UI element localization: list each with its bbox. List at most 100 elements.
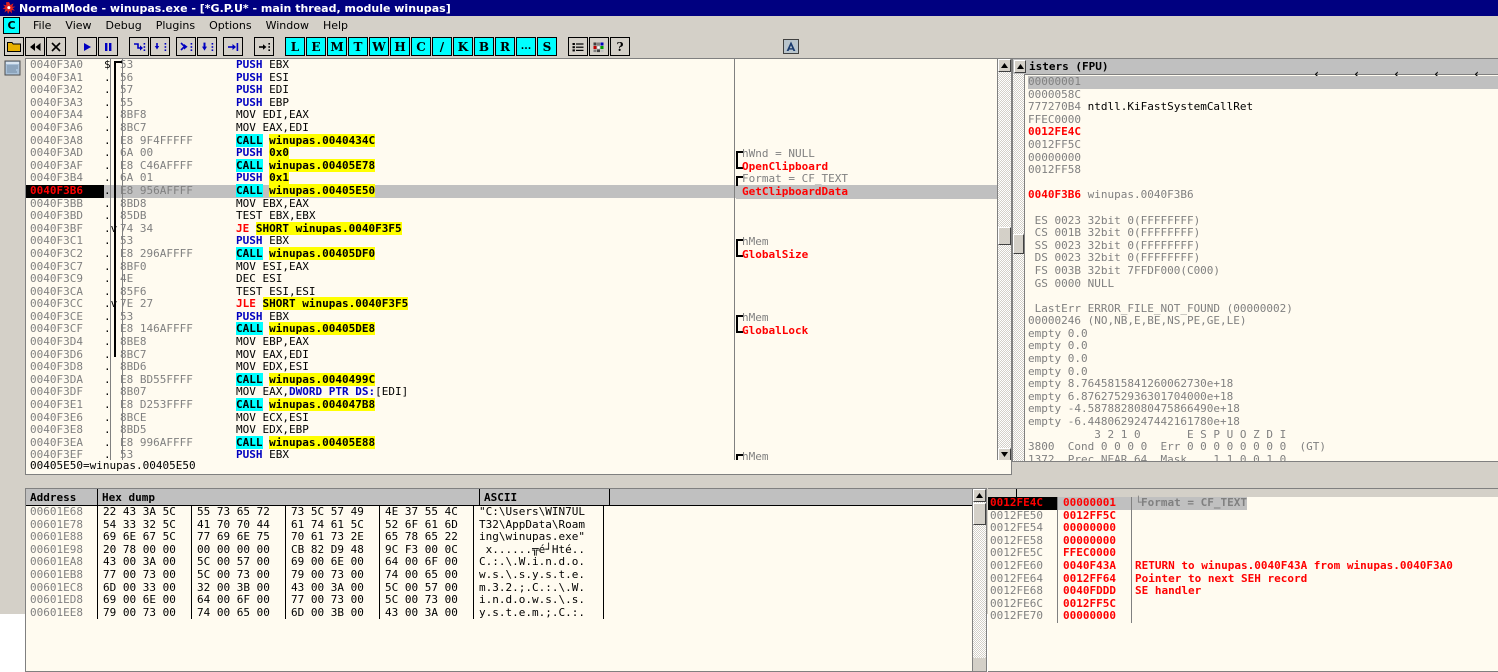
scrollbar-thumb[interactable] bbox=[998, 227, 1011, 245]
dump-row[interactable]: 00601E8869 6E 67 5C77 69 6E 7570 61 73 2… bbox=[26, 531, 986, 544]
dump-row[interactable]: 00601ED869 00 6E 0064 00 6F 0077 00 73 0… bbox=[26, 594, 986, 607]
dump-row[interactable]: 00601EB877 00 73 005C 00 73 0079 00 73 0… bbox=[26, 569, 986, 582]
toolbar-button-e[interactable]: E bbox=[306, 37, 326, 56]
register-line[interactable]: 1372 Prec NEAR,64 Mask 1 1 0 0 1 0 bbox=[1028, 454, 1498, 462]
menu-item-window[interactable]: Window bbox=[259, 18, 316, 33]
stack-row[interactable]: 0012FE600040F43ARETURN to winupas.0040F4… bbox=[988, 560, 1498, 573]
appearance-icon[interactable] bbox=[589, 37, 609, 56]
menu-item-file[interactable]: File bbox=[26, 18, 58, 33]
dump-row[interactable]: 00601EE879 00 73 0074 00 65 006D 00 3B 0… bbox=[26, 607, 986, 620]
execute-till-cursor-icon[interactable] bbox=[254, 37, 274, 56]
dump-scrollbar-track[interactable] bbox=[973, 502, 986, 658]
disassembly-row[interactable]: 0040F3A4.8BF8MOV EDI,EAX bbox=[26, 109, 997, 122]
stack-row[interactable]: 0012FE680040FDDDSE handler bbox=[988, 585, 1498, 598]
trace-over-icon[interactable] bbox=[197, 37, 217, 56]
toolbar-button-b[interactable]: B bbox=[474, 37, 494, 56]
disassembly-row[interactable]: 0040F3C2.E8 296AFFFFCALL winupas.00405DF… bbox=[26, 248, 997, 261]
disassembly-row[interactable]: 0040F3AF.E8 C46AFFFFCALL winupas.00405E7… bbox=[26, 160, 997, 173]
registers-scroll-up-button[interactable] bbox=[1014, 60, 1026, 73]
open-file-icon[interactable] bbox=[4, 37, 24, 56]
register-line[interactable]: 777270B4 ntdll.KiFastSystemCallRet bbox=[1028, 101, 1498, 114]
dump-scroll-up-arrow[interactable] bbox=[973, 489, 986, 502]
toolbar-button-c[interactable]: C bbox=[411, 37, 431, 56]
minimized-window-icon[interactable] bbox=[4, 60, 22, 76]
toolbar-button-m[interactable]: M bbox=[327, 37, 347, 56]
menu-item-debug[interactable]: Debug bbox=[99, 18, 149, 33]
disassembly-row[interactable]: 0040F3CF.E8 146AFFFFCALL winupas.00405DE… bbox=[26, 323, 997, 336]
disassembly-row[interactable]: 0040F3D8.8BD6MOV EDX,ESI bbox=[26, 361, 997, 374]
disassembly-row[interactable]: 0040F3A3.55PUSH EBP bbox=[26, 97, 997, 110]
dump-header-ascii[interactable]: ASCII bbox=[480, 489, 610, 505]
disassembly-row[interactable]: 0040F3C9.4EDEC ESI bbox=[26, 273, 997, 286]
register-line[interactable]: 0012FF5C bbox=[1028, 139, 1498, 152]
execute-till-return-icon[interactable] bbox=[223, 37, 243, 56]
menu-item-view[interactable]: View bbox=[58, 18, 98, 33]
register-line[interactable] bbox=[1028, 290, 1498, 303]
register-line[interactable]: empty 8.7645815841260062730e+18 bbox=[1028, 378, 1498, 391]
register-line[interactable]: CS 001B 32bit 0(FFFFFFFF) bbox=[1028, 227, 1498, 240]
disassembly-pane[interactable]: 0040F3A0$53PUSH EBX0040F3A1.56PUSH ESI00… bbox=[25, 58, 1012, 462]
menu-item-help[interactable]: Help bbox=[316, 18, 355, 33]
options-list-icon[interactable] bbox=[568, 37, 588, 56]
toolbar-button-w[interactable]: W bbox=[369, 37, 389, 56]
close-icon[interactable] bbox=[46, 37, 66, 56]
dump-header-hex[interactable]: Hex dump bbox=[98, 489, 480, 505]
toolbar-button-t[interactable]: T bbox=[348, 37, 368, 56]
toolbar-button-l[interactable]: L bbox=[285, 37, 305, 56]
register-line[interactable]: 3800 Cond 0 0 0 0 Err 0 0 0 0 0 0 0 0 (G… bbox=[1028, 441, 1498, 454]
disassembly-row[interactable]: 0040F3A6.8BC7MOV EAX,EDI bbox=[26, 122, 997, 135]
register-line[interactable]: FFEC0000 bbox=[1028, 114, 1498, 127]
memory-dump-pane[interactable]: Address Hex dump ASCII 00601E6822 43 3A … bbox=[25, 488, 987, 672]
disassembly-row[interactable]: 0040F3E8.8BD5MOV EDX,EBP bbox=[26, 424, 997, 437]
about-icon[interactable] bbox=[781, 37, 801, 56]
disassembly-row[interactable]: 0040F3CA.85F6TEST ESI,ESI bbox=[26, 286, 997, 299]
register-line[interactable]: 0012FE4C bbox=[1028, 126, 1498, 139]
restart-icon[interactable] bbox=[25, 37, 45, 56]
register-line[interactable]: GS 0000 NULL bbox=[1028, 278, 1498, 291]
toolbar-button-s[interactable]: S bbox=[537, 37, 557, 56]
step-into-icon[interactable] bbox=[129, 37, 149, 56]
register-line[interactable]: 00000246 (NO,NB,E,BE,NS,PE,GE,LE) bbox=[1028, 315, 1498, 328]
register-line[interactable]: empty 0.0 bbox=[1028, 340, 1498, 353]
disassembly-row[interactable]: 0040F3D6.8BC7MOV EAX,EDI bbox=[26, 349, 997, 362]
run-icon[interactable] bbox=[77, 37, 97, 56]
dump-header-address[interactable]: Address bbox=[26, 489, 98, 505]
dump-scrollbar-thumb[interactable] bbox=[973, 503, 986, 525]
trace-into-icon[interactable] bbox=[176, 37, 196, 56]
disassembly-row[interactable]: 0040F3EA.E8 996AFFFFCALL winupas.00405E8… bbox=[26, 437, 997, 450]
disassembly-row[interactable]: 0040F3E6.8BCEMOV ECX,ESI bbox=[26, 412, 997, 425]
toolbar-button-more[interactable]: ... bbox=[516, 37, 536, 56]
stack-row[interactable]: 0012FE7000000000 bbox=[988, 610, 1498, 623]
disassembly-row[interactable]: 0040F3E1.E8 D253FFFFCALL winupas.004047B… bbox=[26, 399, 997, 412]
scroll-up-arrow[interactable] bbox=[998, 59, 1011, 72]
dump-row[interactable]: 00601E6822 43 3A 5C55 73 65 7273 5C 57 4… bbox=[26, 506, 986, 519]
register-line[interactable]: empty 0.0 bbox=[1028, 353, 1498, 366]
disassembly-row[interactable]: 0040F3A0$53PUSH EBX bbox=[26, 59, 997, 72]
disassembly-row[interactable]: 0040F3A1.56PUSH ESI bbox=[26, 72, 997, 85]
register-line[interactable]: empty -6.4480629247442161780e+18 bbox=[1028, 416, 1498, 429]
register-line[interactable] bbox=[1028, 202, 1498, 215]
menu-item-plugins[interactable]: Plugins bbox=[149, 18, 202, 33]
disassembly-scrollbar[interactable] bbox=[997, 59, 1011, 461]
disassembly-row[interactable]: 0040F3C7.8BF0MOV ESI,EAX bbox=[26, 261, 997, 274]
register-line[interactable]: 00000000 bbox=[1028, 152, 1498, 165]
stack-row[interactable]: 0012FE5400000000 bbox=[988, 522, 1498, 535]
registers-scrollbar[interactable] bbox=[1013, 74, 1025, 461]
menu-item-options[interactable]: Options bbox=[202, 18, 258, 33]
disassembly-row[interactable]: 0040F3BD.85DBTEST EBX,EBX bbox=[26, 210, 997, 223]
register-line[interactable]: empty 0.0 bbox=[1028, 328, 1498, 341]
help-icon[interactable]: ? bbox=[610, 37, 630, 56]
stack-pane[interactable]: 0012FE4C00000001└Format = CF_TEXT 0012FE5… bbox=[988, 488, 1498, 672]
disassembly-row[interactable]: 0040F3A2.57PUSH EDI bbox=[26, 84, 997, 97]
toolbar-button-h[interactable]: H bbox=[390, 37, 410, 56]
system-menu-button[interactable]: C bbox=[3, 17, 20, 34]
disassembly-row[interactable]: 0040F3CC.v7E 27JLE SHORT winupas.0040F3F… bbox=[26, 298, 997, 311]
step-over-icon[interactable] bbox=[150, 37, 170, 56]
disassembly-row[interactable]: 0040F3BB.8BD8MOV EBX,EAX bbox=[26, 198, 997, 211]
register-line[interactable]: FS 003B 32bit 7FFDF000(C000) bbox=[1028, 265, 1498, 278]
stack-row[interactable]: 0012FE4C00000001└Format = CF_TEXT bbox=[988, 497, 1498, 510]
disassembly-row[interactable]: 0040F3A8.E8 9F4FFFFFCALL winupas.0040434… bbox=[26, 135, 997, 148]
disassembly-row[interactable]: 0040F3AD.6A 00PUSH 0x0 bbox=[26, 147, 997, 160]
registers-pane[interactable]: isters (FPU) ‹‹‹‹‹ 000000010000058C77727… bbox=[1012, 58, 1498, 462]
disassembly-row[interactable]: 0040F3DA.E8 BD55FFFFCALL winupas.0040499… bbox=[26, 374, 997, 387]
